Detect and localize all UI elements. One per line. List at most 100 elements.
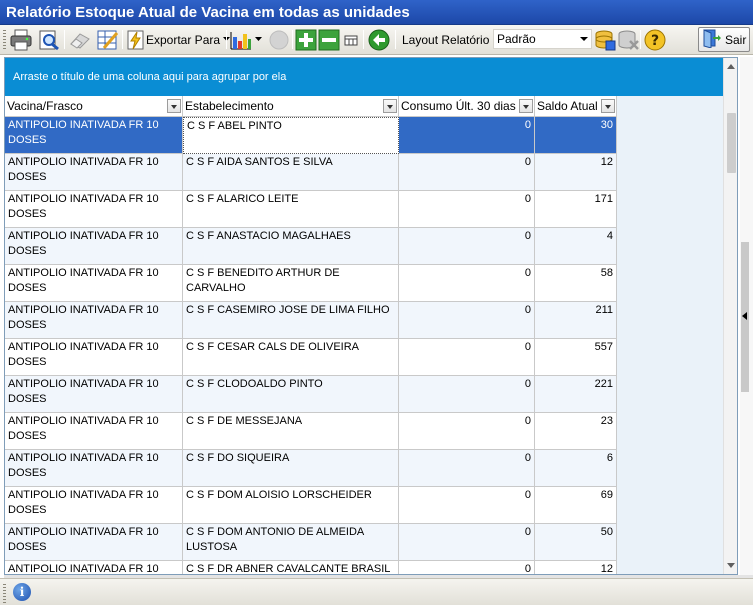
cell-saldo[interactable]: 12 xyxy=(535,154,617,191)
cell-consumo[interactable]: 0 xyxy=(399,524,535,561)
scroll-down-icon[interactable] xyxy=(727,563,735,568)
outer-vertical-scrollbar[interactable] xyxy=(740,57,753,575)
cell-estabelecimento[interactable]: C S F ALARICO LEITE xyxy=(183,191,399,228)
cell-consumo[interactable]: 0 xyxy=(399,154,535,191)
cell-estabelecimento[interactable]: C S F AIDA SANTOS E SILVA xyxy=(183,154,399,191)
table-row[interactable]: ANTIPOLIO INATIVADA FR 10 DOSES C S F ABE… xyxy=(5,117,617,154)
cell-saldo[interactable]: 6 xyxy=(535,450,617,487)
remove-button[interactable] xyxy=(318,28,340,51)
table-row[interactable]: ANTIPOLIO INATIVADA FR 10 DOSES C S F ALA… xyxy=(5,191,617,228)
cell-vacina[interactable]: ANTIPOLIO INATIVADA FR 10 DOSES xyxy=(5,524,183,561)
print-preview-button[interactable] xyxy=(37,28,61,51)
grid-vertical-scrollbar[interactable] xyxy=(723,58,737,574)
chart-button[interactable] xyxy=(229,28,262,51)
cell-saldo[interactable]: 50 xyxy=(535,524,617,561)
cell-estabelecimento[interactable]: C S F DR ABNER CAVALCANTE BRASIL xyxy=(183,561,399,574)
cell-saldo[interactable]: 221 xyxy=(535,376,617,413)
cell-estabelecimento[interactable]: C S F DO SIQUEIRA xyxy=(183,450,399,487)
column-header-saldo[interactable]: Saldo Atual xyxy=(535,96,617,117)
info-icon[interactable]: i xyxy=(13,583,31,601)
cell-saldo[interactable]: 171 xyxy=(535,191,617,228)
table-row[interactable]: ANTIPOLIO INATIVADA FR 10 DOSES C S F CAS… xyxy=(5,302,617,339)
edit-report-button[interactable] xyxy=(96,28,120,51)
cell-estabelecimento[interactable]: C S F DOM ANTONIO DE ALMEIDA LUSTOSA xyxy=(183,524,399,561)
column-chooser-button[interactable] xyxy=(343,28,359,51)
cell-consumo[interactable]: 0 xyxy=(399,561,535,574)
cell-saldo[interactable]: 69 xyxy=(535,487,617,524)
cell-consumo[interactable]: 0 xyxy=(399,450,535,487)
eraser-button[interactable] xyxy=(68,28,92,51)
cell-consumo[interactable]: 0 xyxy=(399,191,535,228)
cell-estabelecimento[interactable]: C S F DE MESSEJANA xyxy=(183,413,399,450)
delete-layout-button[interactable] xyxy=(617,28,639,51)
filter-dropdown-icon[interactable] xyxy=(601,99,615,113)
table-row[interactable]: ANTIPOLIO INATIVADA FR 10 DOSES C S F DO … xyxy=(5,450,617,487)
cell-vacina[interactable]: ANTIPOLIO INATIVADA FR 10 DOSES xyxy=(5,117,183,154)
cell-estabelecimento[interactable]: C S F CLODOALDO PINTO xyxy=(183,376,399,413)
cell-estabelecimento[interactable]: C S F ABEL PINTO xyxy=(183,117,399,154)
column-header-estabelecimento[interactable]: Estabelecimento xyxy=(183,96,399,117)
cell-saldo[interactable]: 30 xyxy=(535,117,617,154)
cell-vacina[interactable]: ANTIPOLIO INATIVADA FR 10 DOSES xyxy=(5,154,183,191)
cell-estabelecimento[interactable]: C S F BENEDITO ARTHUR DE CARVALHO xyxy=(183,265,399,302)
group-by-panel[interactable]: Arraste o título de uma coluna aqui para… xyxy=(5,58,723,96)
column-header-vacina[interactable]: Vacina/Frasco xyxy=(5,96,183,117)
cell-consumo[interactable]: 0 xyxy=(399,302,535,339)
cell-vacina[interactable]: ANTIPOLIO INATIVADA FR 10 DOSES xyxy=(5,376,183,413)
refresh-button[interactable] xyxy=(367,28,391,51)
table-row[interactable]: ANTIPOLIO INATIVADA FR 10 C S F DR ABNER … xyxy=(5,561,617,574)
disabled-circle-button[interactable] xyxy=(267,28,291,51)
table-row[interactable]: ANTIPOLIO INATIVADA FR 10 DOSES C S F DE … xyxy=(5,413,617,450)
cell-consumo[interactable]: 0 xyxy=(399,339,535,376)
scroll-up-icon[interactable] xyxy=(727,64,735,69)
cell-vacina[interactable]: ANTIPOLIO INATIVADA FR 10 DOSES xyxy=(5,265,183,302)
layout-select[interactable]: Padrão xyxy=(493,29,592,49)
cell-consumo[interactable]: 0 xyxy=(399,228,535,265)
cell-estabelecimento[interactable]: C S F CESAR CALS DE OLIVEIRA xyxy=(183,339,399,376)
cell-estabelecimento[interactable]: C S F ANASTACIO MAGALHAES xyxy=(183,228,399,265)
cell-consumo[interactable]: 0 xyxy=(399,117,535,154)
cell-consumo[interactable]: 0 xyxy=(399,413,535,450)
cell-saldo[interactable]: 557 xyxy=(535,339,617,376)
cell-estabelecimento[interactable]: C S F CASEMIRO JOSE DE LIMA FILHO xyxy=(183,302,399,339)
cell-vacina[interactable]: ANTIPOLIO INATIVADA FR 10 DOSES xyxy=(5,228,183,265)
statusbar-grip[interactable] xyxy=(3,584,6,603)
exit-label: Sair xyxy=(725,32,747,47)
help-button[interactable]: ? xyxy=(643,28,667,51)
cell-saldo[interactable]: 58 xyxy=(535,265,617,302)
cell-vacina[interactable]: ANTIPOLIO INATIVADA FR 10 DOSES xyxy=(5,450,183,487)
cell-saldo[interactable]: 4 xyxy=(535,228,617,265)
exit-button[interactable]: Sair xyxy=(698,27,750,52)
table-row[interactable]: ANTIPOLIO INATIVADA FR 10 DOSES C S F ANA… xyxy=(5,228,617,265)
cell-vacina[interactable]: ANTIPOLIO INATIVADA FR 10 xyxy=(5,561,183,574)
cell-vacina[interactable]: ANTIPOLIO INATIVADA FR 10 DOSES xyxy=(5,339,183,376)
cell-vacina[interactable]: ANTIPOLIO INATIVADA FR 10 DOSES xyxy=(5,191,183,228)
table-row[interactable]: ANTIPOLIO INATIVADA FR 10 DOSES C S F CLO… xyxy=(5,376,617,413)
cell-vacina[interactable]: ANTIPOLIO INATIVADA FR 10 DOSES xyxy=(5,302,183,339)
print-button[interactable] xyxy=(9,28,33,51)
table-row[interactable]: ANTIPOLIO INATIVADA FR 10 DOSES C S F AID… xyxy=(5,154,617,191)
add-button[interactable] xyxy=(295,28,317,51)
filter-dropdown-icon[interactable] xyxy=(519,99,533,113)
save-layout-button[interactable] xyxy=(594,28,616,51)
cell-saldo[interactable]: 211 xyxy=(535,302,617,339)
scroll-thumb[interactable] xyxy=(727,113,736,173)
cell-saldo[interactable]: 12 xyxy=(535,561,617,574)
cell-saldo[interactable]: 23 xyxy=(535,413,617,450)
column-header-consumo[interactable]: Consumo Últ. 30 dias xyxy=(399,96,535,117)
cell-vacina[interactable]: ANTIPOLIO INATIVADA FR 10 DOSES xyxy=(5,487,183,524)
cell-consumo[interactable]: 0 xyxy=(399,376,535,413)
table-row[interactable]: ANTIPOLIO INATIVADA FR 10 DOSES C S F CES… xyxy=(5,339,617,376)
cell-estabelecimento[interactable]: C S F DOM ALOISIO LORSCHEIDER xyxy=(183,487,399,524)
filter-dropdown-icon[interactable] xyxy=(383,99,397,113)
collapse-panel-icon[interactable] xyxy=(742,312,747,320)
cell-consumo[interactable]: 0 xyxy=(399,265,535,302)
table-row[interactable]: ANTIPOLIO INATIVADA FR 10 DOSES C S F DOM… xyxy=(5,524,617,561)
table-row[interactable]: ANTIPOLIO INATIVADA FR 10 DOSES C S F DOM… xyxy=(5,487,617,524)
table-row[interactable]: ANTIPOLIO INATIVADA FR 10 DOSES C S F BEN… xyxy=(5,265,617,302)
cell-vacina[interactable]: ANTIPOLIO INATIVADA FR 10 DOSES xyxy=(5,413,183,450)
cell-consumo[interactable]: 0 xyxy=(399,487,535,524)
export-button[interactable]: Exportar Para xyxy=(126,28,231,51)
toolbar-grip[interactable] xyxy=(3,30,6,49)
filter-dropdown-icon[interactable] xyxy=(167,99,181,113)
